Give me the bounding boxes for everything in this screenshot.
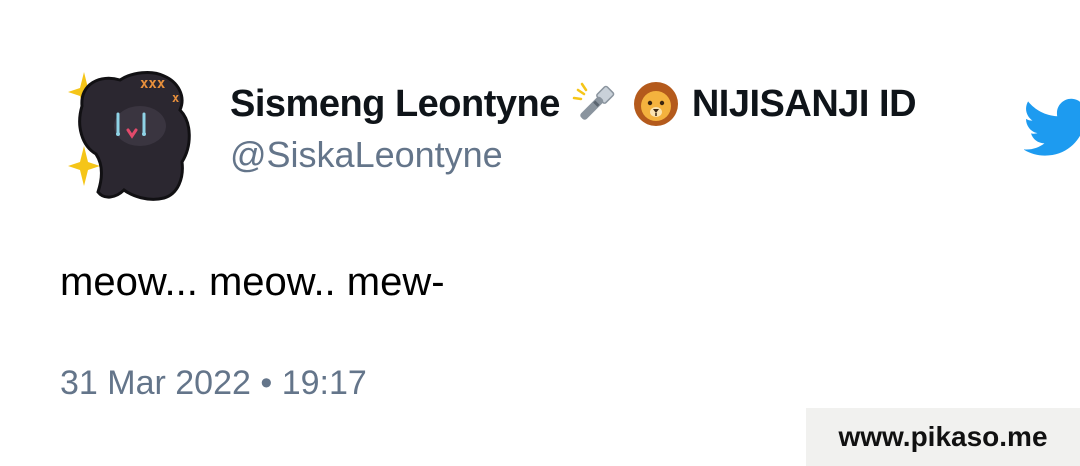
author-org: NIJISANJI ID [691,82,917,125]
lion-face-icon [632,80,680,128]
watermark: www.pikaso.me [806,408,1080,466]
author-display-name[interactable]: Sismeng Leontyne [230,83,560,126]
svg-text:xxx: xxx [140,76,166,92]
author-name-row[interactable]: Sismeng Leontyne NIJISANJI ID [230,78,917,130]
svg-text:x: x [172,91,179,105]
avatar[interactable]: xxx x [60,66,198,204]
tweet-timestamp[interactable]: 31 Mar 2022 • 19:17 [60,364,367,403]
tweet-text: meow... meow.. mew- [60,260,445,304]
author-handle[interactable]: @SiskaLeontyne [230,134,503,176]
avatar-cat-image: xxx x [68,71,191,201]
flashlight-icon [572,80,620,128]
twitter-bird-icon[interactable] [1024,92,1080,162]
tweet-card: xxx x Sismeng Leontyne NIJISANJI ID @Sis… [0,0,1080,466]
